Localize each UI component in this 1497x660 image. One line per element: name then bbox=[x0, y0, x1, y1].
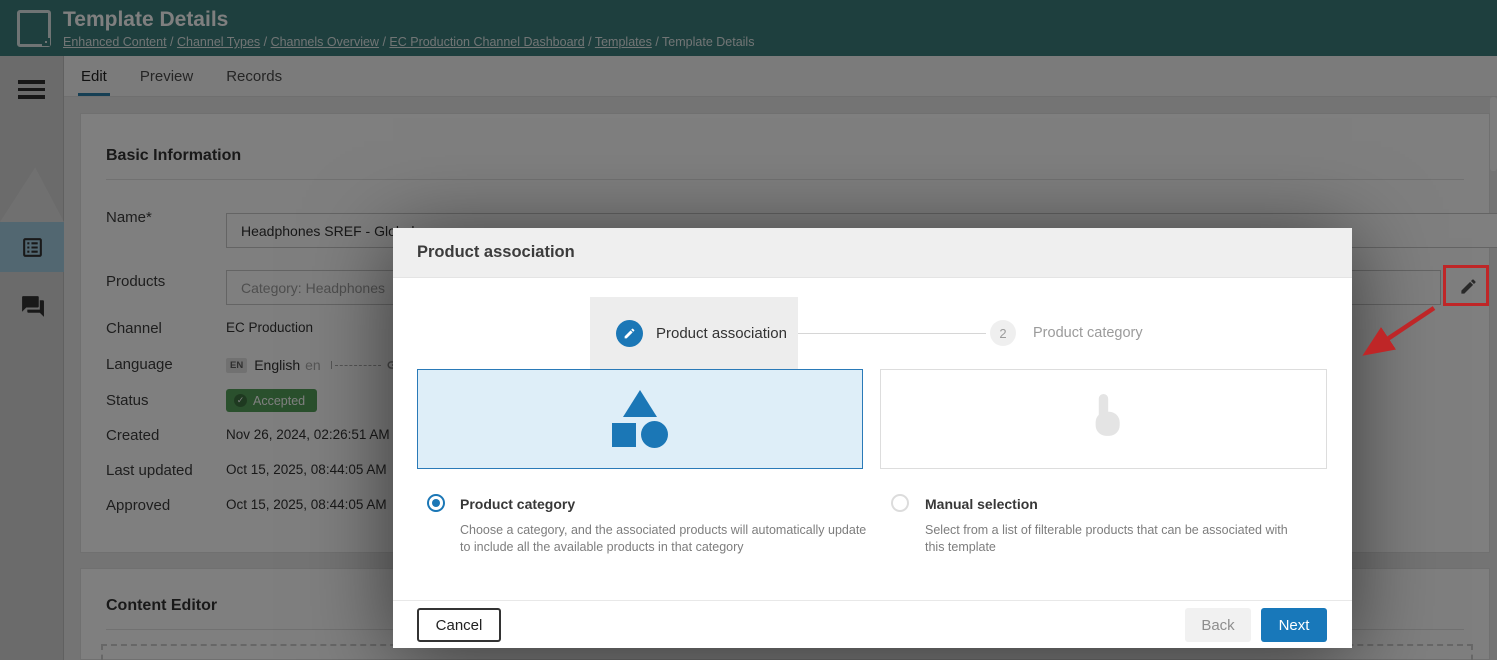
annotation-arrow bbox=[1350, 300, 1450, 370]
product-category-radio[interactable] bbox=[427, 494, 445, 512]
step-1-label: Product association bbox=[656, 325, 787, 342]
next-button[interactable]: Next bbox=[1261, 608, 1327, 642]
pencil-step-icon bbox=[616, 320, 643, 347]
step-2-label: Product category bbox=[1033, 325, 1143, 341]
stepper-step-2[interactable]: 2 Product category bbox=[990, 320, 1143, 346]
app-window: Template Details Enhanced ContentChannel… bbox=[0, 0, 1497, 660]
hand-pointer-icon bbox=[1082, 394, 1126, 445]
manual-selection-option-description: Select from a list of filterable product… bbox=[925, 522, 1300, 555]
stepper-step-1[interactable]: Product association bbox=[590, 297, 798, 370]
manual-selection-radio[interactable] bbox=[891, 494, 909, 512]
modal-footer: Cancel Back Next bbox=[393, 600, 1352, 648]
product-association-modal: Product association Product association … bbox=[393, 228, 1352, 648]
product-category-card[interactable] bbox=[417, 369, 863, 469]
category-shapes-icon bbox=[612, 390, 668, 448]
product-category-option-description: Choose a category, and the associated pr… bbox=[460, 522, 870, 555]
step-2-number: 2 bbox=[990, 320, 1016, 346]
modal-title: Product association bbox=[393, 228, 1352, 278]
back-button[interactable]: Back bbox=[1185, 608, 1251, 642]
product-category-option-label: Product category bbox=[460, 496, 575, 512]
cancel-button[interactable]: Cancel bbox=[417, 608, 501, 642]
manual-selection-card[interactable] bbox=[880, 369, 1327, 469]
manual-selection-option-label: Manual selection bbox=[925, 496, 1038, 512]
stepper-connector bbox=[798, 333, 986, 334]
